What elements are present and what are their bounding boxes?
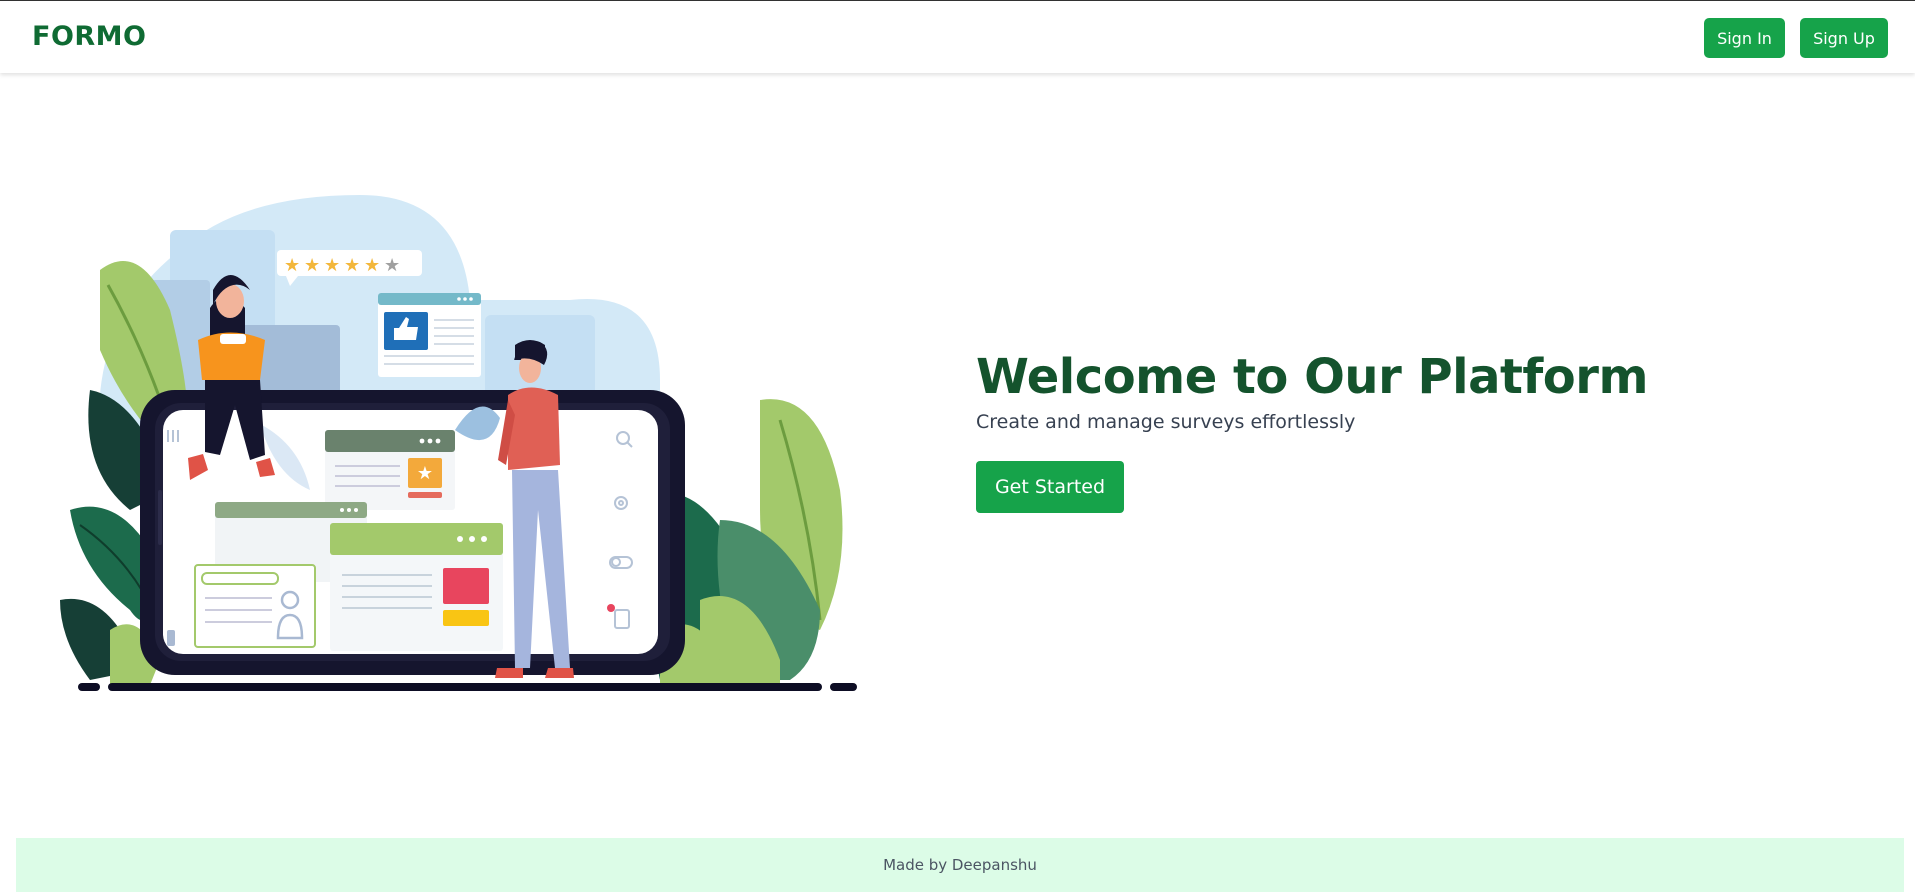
svg-text:★: ★ — [324, 255, 340, 276]
sign-in-button[interactable]: Sign In — [1704, 18, 1785, 58]
svg-text:★: ★ — [344, 255, 360, 276]
svg-text:★: ★ — [417, 463, 433, 484]
svg-text:★: ★ — [284, 255, 300, 276]
svg-text:★: ★ — [304, 255, 320, 276]
hero-section: Welcome to Our Platform Create and manag… — [976, 347, 1648, 513]
footer-credit: Made by Deepanshu — [883, 856, 1037, 874]
footer: Made by Deepanshu — [16, 838, 1904, 892]
hero-illustration: ★ ★ ★ ★ ★ ★ ★ — [60, 190, 890, 700]
hero-subtitle: Create and manage surveys effortlessly — [976, 411, 1356, 433]
svg-text:★: ★ — [364, 255, 380, 276]
navbar: FORMO Sign In Sign Up — [0, 1, 1915, 73]
brand-logo[interactable]: FORMO — [32, 21, 147, 52]
get-started-button[interactable]: Get Started — [976, 461, 1124, 513]
sign-up-button[interactable]: Sign Up — [1800, 18, 1888, 58]
hero-title: Welcome to Our Platform — [976, 349, 1648, 405]
svg-text:★: ★ — [384, 255, 400, 276]
